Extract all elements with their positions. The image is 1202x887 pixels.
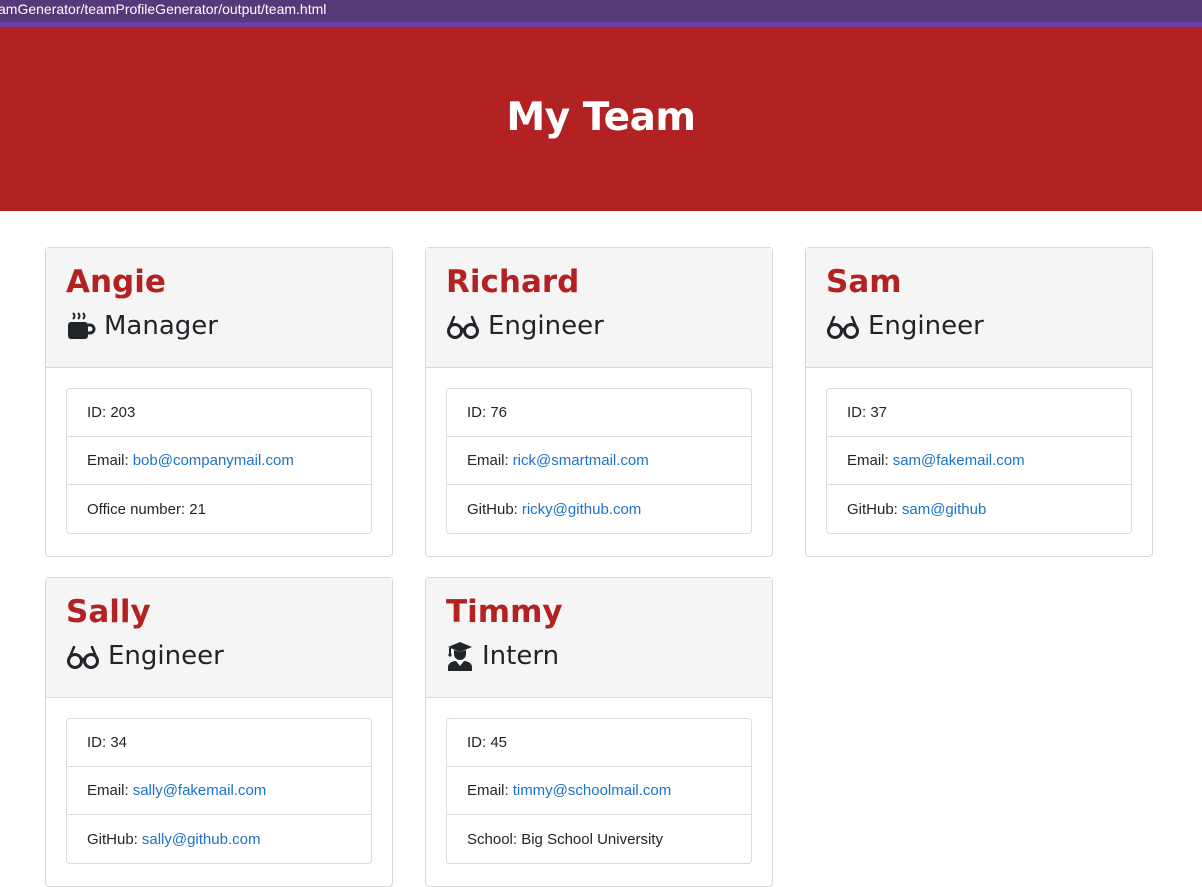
email-link[interactable]: sally@fakemail.com (133, 782, 267, 799)
list-item-office: Office number: 21 (67, 485, 371, 533)
email-label: Email: (87, 452, 129, 469)
glasses-icon (67, 645, 99, 669)
glasses-icon (447, 315, 479, 339)
card-header: Timmy Intern (426, 578, 772, 698)
card-header: Sam Engineer (806, 248, 1152, 368)
employee-name: Timmy (446, 594, 563, 630)
address-bar[interactable]: amGenerator/teamProfileGenerator/output/… (0, 0, 1202, 27)
employee-card: Angie Manager ID: 203 Email: bob@company… (45, 247, 393, 557)
github-label: GitHub: (467, 500, 518, 518)
list-item-email: Email: rick@smartmail.com (447, 437, 751, 485)
address-bar-url[interactable]: amGenerator/teamProfileGenerator/output/… (0, 1, 326, 17)
email-link[interactable]: rick@smartmail.com (513, 452, 649, 469)
employee-role: Manager (66, 308, 372, 344)
card-header: Angie Manager (46, 248, 392, 368)
email-link[interactable]: bob@companymail.com (133, 452, 294, 469)
id-label: ID: (87, 404, 107, 421)
list-item-id: ID: 37 (827, 389, 1131, 437)
list-item-email: Email: bob@companymail.com (67, 437, 371, 485)
list-item-id: ID: 76 (447, 389, 751, 437)
role-label: Intern (482, 641, 560, 671)
school-value: Big School University (521, 830, 663, 848)
role-label: Engineer (868, 311, 984, 341)
list-item-id: ID: 34 (67, 719, 371, 767)
id-label: ID: (467, 404, 487, 421)
role-label: Manager (104, 311, 218, 341)
email-label: Email: (467, 782, 509, 799)
employee-card: Timmy Intern ID: 45 Email: timmy@schoolm… (425, 577, 773, 887)
school-label: School: (467, 830, 518, 848)
employee-name: Angie (66, 264, 166, 300)
list-item-github: GitHub: sally@github.com (67, 815, 371, 863)
employee-card: Sally Engineer ID: 34 Email: sally@fakem… (45, 577, 393, 887)
github-link[interactable]: sally@github.com (142, 831, 261, 848)
employee-name: Sally (66, 594, 151, 630)
graduate-icon (448, 642, 472, 671)
employee-name: Sam (826, 264, 902, 300)
employee-details: ID: 37 Email: sam@fakemail.com GitHub: s… (826, 388, 1132, 534)
id-label: ID: (847, 404, 867, 421)
role-label: Engineer (488, 311, 604, 341)
employee-details: ID: 45 Email: timmy@schoolmail.com Schoo… (446, 718, 752, 864)
office-label: Office number: (87, 500, 186, 518)
id-label: ID: (467, 734, 487, 751)
page-header: My Team (0, 27, 1202, 211)
employee-name: Richard (446, 264, 580, 300)
employee-role: Intern (446, 638, 752, 674)
github-link[interactable]: sam@github (902, 501, 986, 518)
id-value: 76 (490, 404, 508, 421)
email-link[interactable]: sam@fakemail.com (893, 452, 1025, 469)
employee-role: Engineer (446, 308, 752, 344)
list-item-id: ID: 203 (67, 389, 371, 437)
id-value: 203 (110, 404, 136, 421)
github-label: GitHub: (847, 500, 898, 518)
github-label: GitHub: (87, 830, 138, 848)
github-link[interactable]: ricky@github.com (522, 501, 641, 518)
email-label: Email: (847, 452, 889, 469)
id-value: 34 (110, 734, 128, 751)
employee-card: Richard Engineer ID: 76 Email: rick@smar… (425, 247, 773, 557)
email-link[interactable]: timmy@schoolmail.com (513, 782, 672, 799)
list-item-email: Email: sally@fakemail.com (67, 767, 371, 815)
employee-card: Sam Engineer ID: 37 Email: sam@fakemail.… (805, 247, 1153, 557)
list-item-email: Email: sam@fakemail.com (827, 437, 1131, 485)
role-label: Engineer (108, 641, 224, 671)
page-title: My Team (506, 94, 696, 140)
glasses-icon (827, 315, 859, 339)
card-header: Richard Engineer (426, 248, 772, 368)
coffee-mug-icon (68, 312, 96, 339)
list-item-github: GitHub: sam@github (827, 485, 1131, 533)
card-header: Sally Engineer (46, 578, 392, 698)
email-label: Email: (467, 452, 509, 469)
id-value: 37 (870, 404, 888, 421)
list-item-id: ID: 45 (447, 719, 751, 767)
id-value: 45 (490, 734, 508, 751)
employee-role: Engineer (66, 638, 372, 674)
employee-role: Engineer (826, 308, 1132, 344)
list-item-school: School: Big School University (447, 815, 751, 863)
office-value: 21 (189, 500, 206, 518)
list-item-github: GitHub: ricky@github.com (447, 485, 751, 533)
employee-details: ID: 34 Email: sally@fakemail.com GitHub:… (66, 718, 372, 864)
employee-details: ID: 203 Email: bob@companymail.com Offic… (66, 388, 372, 534)
employee-details: ID: 76 Email: rick@smartmail.com GitHub:… (446, 388, 752, 534)
email-label: Email: (87, 782, 129, 799)
id-label: ID: (87, 734, 107, 751)
list-item-email: Email: timmy@schoolmail.com (447, 767, 751, 815)
